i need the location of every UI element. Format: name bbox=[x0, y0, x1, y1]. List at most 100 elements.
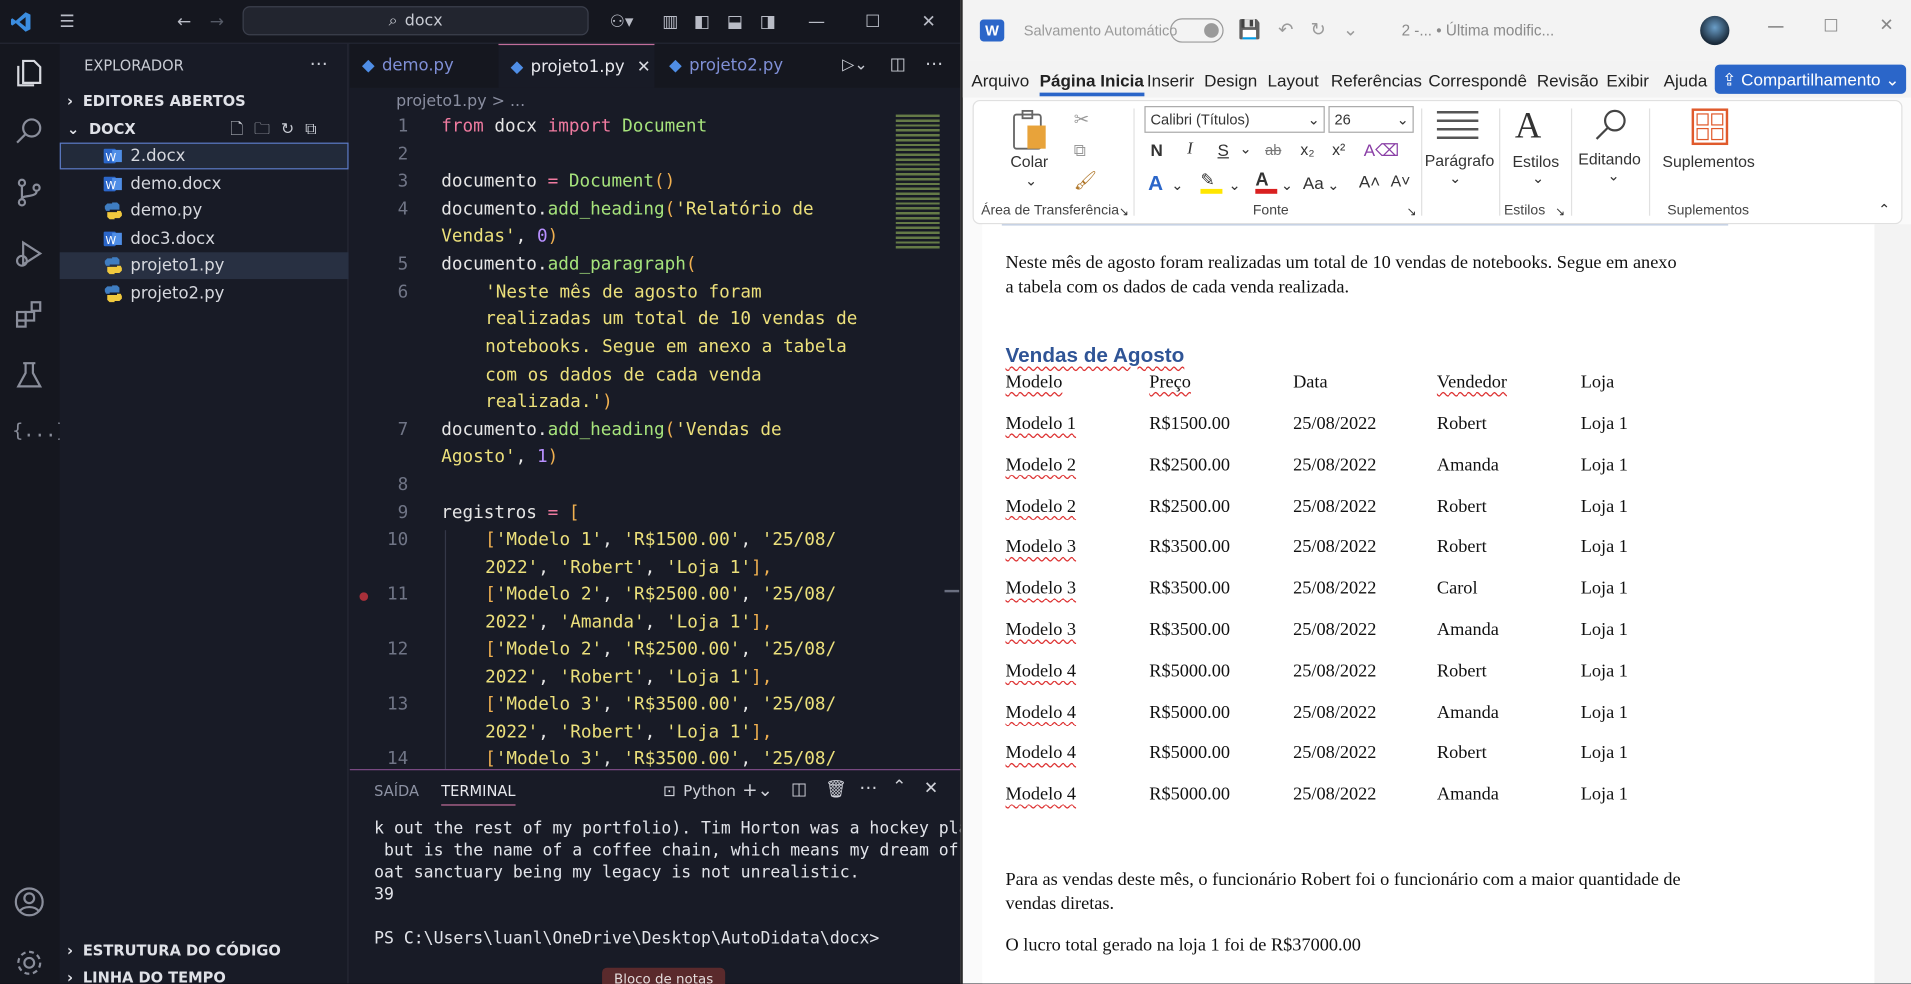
document-title[interactable]: 2 -... • Última modific... bbox=[1402, 22, 1555, 39]
styles-button[interactable]: Estilos bbox=[1512, 152, 1559, 170]
chevron-down-icon[interactable]: ⌄ bbox=[1532, 169, 1544, 186]
strikethrough-button[interactable]: ab bbox=[1265, 141, 1281, 158]
code-line[interactable]: documento = Document() bbox=[441, 172, 675, 192]
breadcrumb-file[interactable]: projeto1.py bbox=[396, 93, 487, 111]
menu-icon[interactable]: ☰ bbox=[55, 10, 79, 34]
notepad-toast[interactable]: Bloco de notas bbox=[602, 967, 726, 984]
tab-correspondencias[interactable]: Correspondê bbox=[1428, 71, 1527, 91]
code-line[interactable]: Agosto', 1) bbox=[441, 447, 558, 467]
copy-icon[interactable]: ⧉ bbox=[1074, 140, 1086, 161]
copilot-icon[interactable]: ⚇▾ bbox=[603, 10, 640, 34]
timeline-section[interactable]: › LINHA DO TEMPO bbox=[67, 969, 226, 984]
editing-button[interactable]: Editando bbox=[1578, 150, 1641, 168]
source-control-icon[interactable] bbox=[12, 176, 49, 213]
text-effects-icon[interactable]: A bbox=[1148, 172, 1163, 196]
addins-icon[interactable] bbox=[1691, 108, 1729, 146]
file-item[interactable]: W 2.docx bbox=[59, 142, 349, 170]
maximize-icon[interactable]: ☐ bbox=[1823, 17, 1838, 37]
dialog-launcher-icon[interactable]: ↘ bbox=[1555, 206, 1565, 219]
file-item[interactable]: Wdemo.docx bbox=[60, 171, 349, 198]
new-terminal-icon[interactable]: +⌄ bbox=[742, 779, 773, 801]
redo-icon[interactable]: ↻ bbox=[1310, 18, 1342, 40]
command-search-input[interactable]: ⌕ docx bbox=[242, 6, 589, 36]
tab-pagina-inicial[interactable]: Página Inicia bbox=[1039, 71, 1144, 97]
paragraph-button[interactable]: Parágrafo bbox=[1425, 151, 1495, 169]
tab-inserir[interactable]: Inserir bbox=[1147, 71, 1194, 91]
dialog-launcher-icon[interactable]: ↘ bbox=[1406, 206, 1416, 219]
terminal-profile[interactable]: ⊡ Python bbox=[663, 781, 736, 799]
customize-icon[interactable]: ⌄ bbox=[1343, 18, 1375, 40]
collapse-all-icon[interactable]: ⧉ bbox=[305, 121, 327, 139]
magnifier-icon[interactable] bbox=[1593, 106, 1630, 143]
trash-icon[interactable]: 🗑 bbox=[825, 780, 847, 800]
code-line[interactable]: Vendas', 0) bbox=[441, 227, 558, 247]
close-panel-icon[interactable]: ✕ bbox=[924, 779, 938, 799]
settings-gear-icon[interactable] bbox=[12, 946, 49, 983]
tab-ajuda[interactable]: Ajuda bbox=[1664, 71, 1708, 91]
tab-exibir[interactable]: Exibir bbox=[1606, 71, 1649, 91]
minimize-icon[interactable]: — bbox=[804, 10, 828, 34]
paste-button[interactable]: Colar bbox=[1010, 152, 1048, 170]
save-icon[interactable]: 💾 bbox=[1238, 18, 1278, 40]
panel-more-icon[interactable]: ⋯ bbox=[859, 776, 877, 798]
split-editor-icon[interactable]: ◫ bbox=[890, 55, 906, 75]
minimap[interactable] bbox=[895, 114, 940, 249]
search-icon[interactable] bbox=[12, 115, 49, 152]
format-painter-icon[interactable]: 🖌 bbox=[1074, 169, 1097, 192]
run-file-icon[interactable]: ▷⌄ bbox=[842, 56, 867, 74]
toggle-panel-icon[interactable]: ⬓ bbox=[723, 10, 747, 34]
code-line[interactable]: 2022', 'Robert', 'Loja 1'], bbox=[485, 723, 772, 743]
cut-icon[interactable]: ✂ bbox=[1074, 108, 1089, 131]
autosave-toggle[interactable] bbox=[1170, 18, 1224, 43]
styles-icon[interactable]: A bbox=[1515, 106, 1541, 147]
chevron-down-icon[interactable]: ⌄ bbox=[1449, 169, 1461, 186]
toggle-sidebar-icon[interactable]: ◧ bbox=[690, 10, 714, 34]
highlight-color-icon[interactable]: ✎ bbox=[1200, 169, 1223, 194]
avatar[interactable] bbox=[1700, 15, 1730, 46]
code-line[interactable]: realizada.') bbox=[485, 392, 613, 412]
vertical-scrollbar[interactable] bbox=[1874, 224, 1911, 984]
close-tab-icon[interactable]: ✕ bbox=[637, 57, 651, 77]
code-line[interactable]: 'Neste mês de agosto foram bbox=[485, 283, 762, 303]
code-line[interactable]: 2022', 'Robert', 'Loja 1'], bbox=[485, 558, 772, 578]
layout-grid-icon[interactable]: ▥ bbox=[658, 10, 682, 34]
chevron-down-icon[interactable]: ⌄ bbox=[1608, 167, 1620, 184]
change-case-button[interactable]: Aa bbox=[1303, 173, 1324, 193]
chevron-down-icon[interactable]: ⌄ bbox=[1281, 177, 1293, 194]
minimize-icon[interactable]: — bbox=[1767, 17, 1784, 37]
font-size-select[interactable]: 26 ⌄ bbox=[1328, 106, 1414, 133]
folder-section[interactable]: ⌄ DOCX bbox=[67, 121, 136, 138]
underline-button[interactable]: S bbox=[1218, 140, 1229, 160]
tab-revisao[interactable]: Revisão bbox=[1537, 71, 1599, 91]
forward-arrow-icon[interactable]: → bbox=[205, 10, 229, 34]
undo-icon[interactable]: ↶ bbox=[1278, 18, 1310, 40]
bold-button[interactable]: N bbox=[1151, 140, 1163, 160]
testing-flask-icon[interactable] bbox=[12, 358, 49, 395]
tab-output[interactable]: SAÍDA bbox=[374, 782, 419, 799]
chevron-down-icon[interactable]: ⌄ bbox=[1229, 177, 1241, 194]
superscript-button[interactable]: x² bbox=[1332, 140, 1345, 158]
tab-design[interactable]: Design bbox=[1204, 71, 1257, 91]
code-line[interactable]: com os dados de cada venda bbox=[485, 366, 762, 386]
tab-terminal[interactable]: TERMINAL bbox=[441, 782, 516, 806]
file-item[interactable]: projeto2.py bbox=[60, 280, 349, 307]
close-window-icon[interactable]: ✕ bbox=[917, 10, 941, 34]
code-line[interactable]: documento.add_heading('Vendas de bbox=[441, 420, 782, 440]
tab-layout[interactable]: Layout bbox=[1268, 71, 1319, 91]
breakpoint-dot[interactable] bbox=[359, 592, 369, 601]
code-line[interactable]: notebooks. Segue em anexo a tabela bbox=[485, 338, 847, 358]
extensions-icon[interactable] bbox=[12, 297, 49, 334]
code-line[interactable]: ['Modelo 3', 'R$3500.00', '25/08/ bbox=[485, 750, 836, 770]
account-icon[interactable] bbox=[12, 885, 49, 922]
dialog-launcher-icon[interactable]: ↘ bbox=[1119, 206, 1129, 219]
document-page[interactable]: Neste mês de agosto foram realizadas um … bbox=[982, 224, 1875, 984]
new-file-icon[interactable]: 🗋 bbox=[230, 121, 254, 139]
chevron-down-icon[interactable]: ⌄ bbox=[1327, 177, 1339, 194]
paragraph-icon[interactable] bbox=[1436, 110, 1479, 143]
open-editors-section[interactable]: › EDITORES ABERTOS bbox=[67, 93, 246, 110]
new-folder-icon[interactable]: 🗀 bbox=[254, 121, 281, 139]
code-line[interactable]: 2022', 'Robert', 'Loja 1'], bbox=[485, 668, 772, 688]
code-line[interactable]: ['Modelo 2', 'R$2500.00', '25/08/ bbox=[485, 640, 836, 660]
close-window-icon[interactable]: ✕ bbox=[1879, 16, 1893, 36]
toggle-secondary-sidebar-icon[interactable]: ◨ bbox=[756, 10, 780, 34]
